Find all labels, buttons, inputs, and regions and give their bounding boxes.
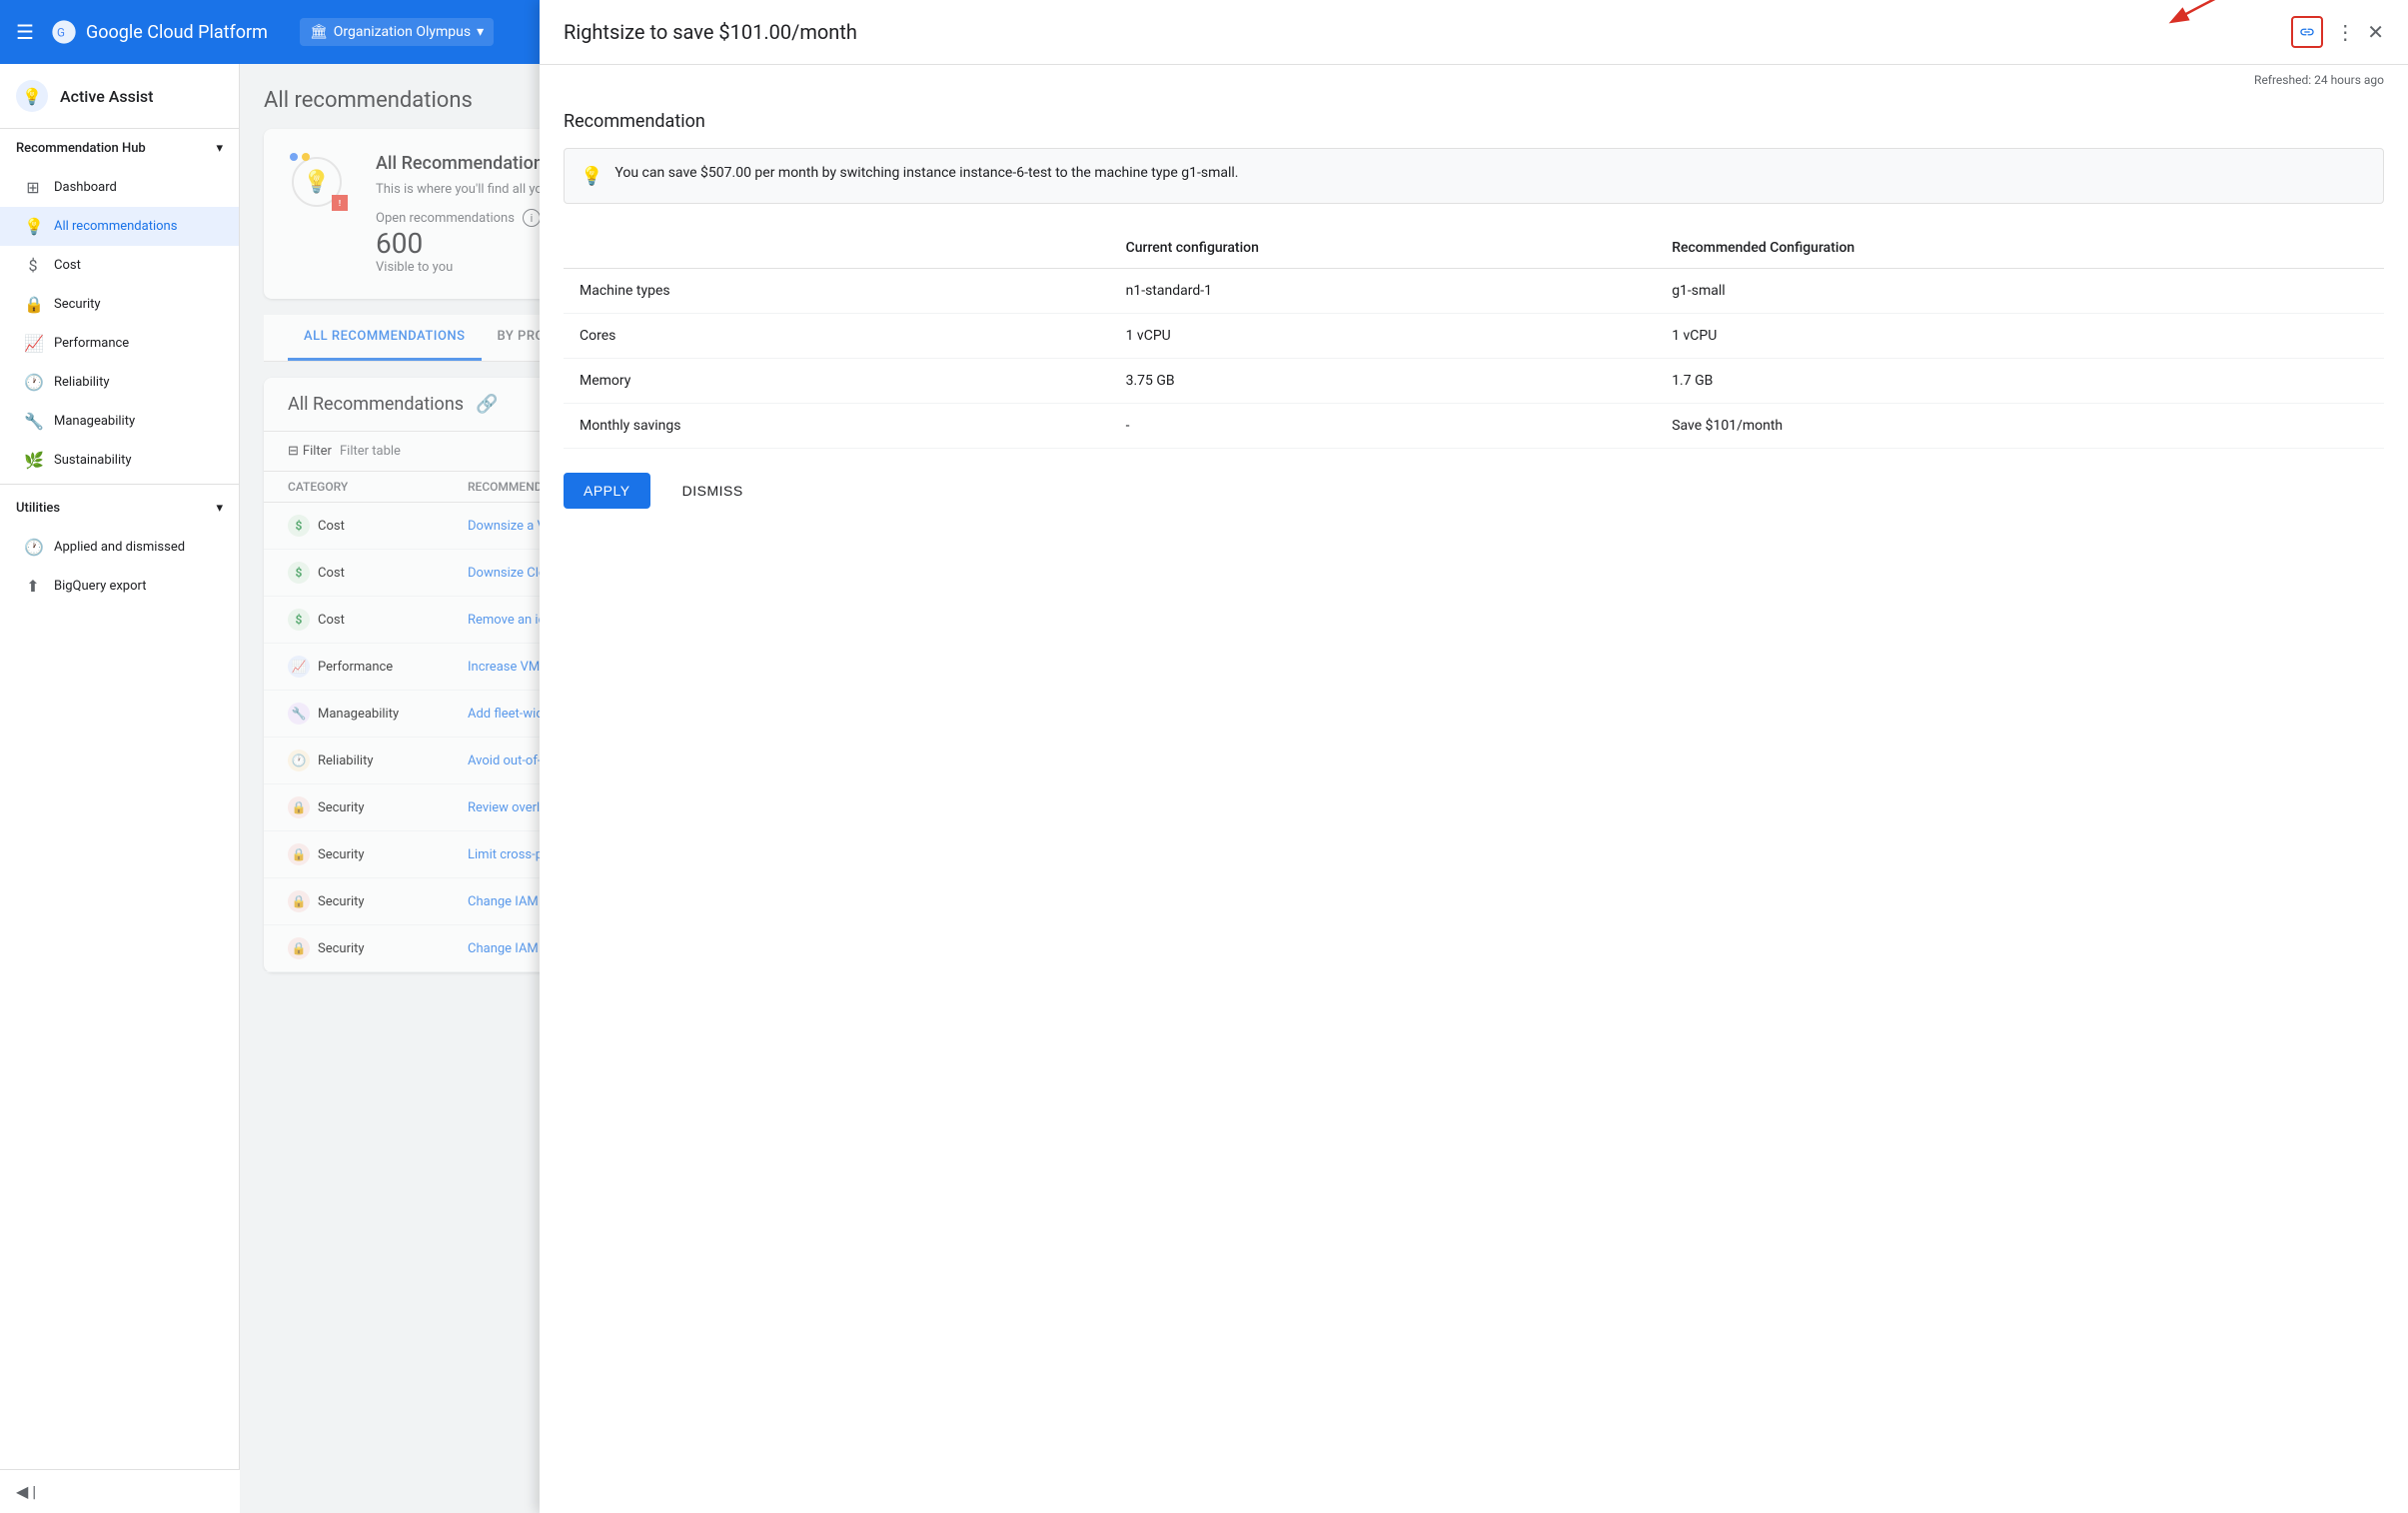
config-row-machine-type: Machine types n1-standard-1 g1-small: [564, 269, 2384, 314]
security-badge: 🔒: [288, 937, 310, 959]
sustainability-icon: 🌿: [24, 451, 42, 470]
current-value: n1-standard-1: [1110, 269, 1657, 314]
recommended-value: 1 vCPU: [1656, 314, 2384, 359]
dashboard-icon: ⊞: [24, 178, 42, 197]
category-cell: 🔒 Security: [288, 937, 468, 959]
sidebar-item-sustainability[interactable]: 🌿 Sustainability: [0, 441, 239, 480]
dismiss-button[interactable]: DISMISS: [662, 473, 763, 509]
info-icon[interactable]: i: [523, 209, 541, 227]
row-label: Machine types: [564, 269, 1110, 314]
action-buttons: APPLY DISMISS: [564, 473, 2384, 509]
security-badge: 🔒: [288, 890, 310, 912]
sidebar-item-manageability[interactable]: 🔧 Manageability: [0, 402, 239, 441]
detail-body: Recommendation 💡 You can save $507.00 pe…: [540, 87, 2408, 533]
hamburger-button[interactable]: ☰: [16, 20, 34, 44]
sidebar-item-applied-dismissed[interactable]: 🕐 Applied and dismissed: [0, 528, 239, 567]
category-cell: $ Cost: [288, 562, 468, 584]
link-icon[interactable]: 🔗: [476, 394, 498, 415]
detail-panel-title: Rightsize to save $101.00/month: [564, 20, 857, 44]
detail-header-actions: ⋮ ✕: [2291, 16, 2384, 48]
current-config-header: Current configuration: [1110, 228, 1657, 269]
app-logo: G Google Cloud Platform: [50, 18, 268, 46]
current-value: -: [1110, 404, 1657, 449]
cost-badge: $: [288, 515, 310, 537]
chevron-down-icon: ▾: [216, 141, 223, 156]
recommended-value: 1.7 GB: [1656, 359, 2384, 404]
chevron-down-icon: ▾: [477, 24, 484, 40]
sidebar-item-reliability[interactable]: 🕐 Reliability: [0, 363, 239, 402]
current-value: 3.75 GB: [1110, 359, 1657, 404]
cost-badge: $: [288, 609, 310, 631]
sidebar: 💡 Active Assist Recommendation Hub ▾ ⊞ D…: [0, 64, 240, 1513]
config-row-monthly-savings: Monthly savings - Save $101/month: [564, 404, 2384, 449]
sidebar-item-security[interactable]: 🔒 Security: [0, 285, 239, 324]
reliability-icon: 🕐: [24, 373, 42, 392]
manageability-icon: 🔧: [24, 412, 42, 431]
lightbulb-icon: 💡: [581, 166, 602, 187]
detail-section-title: Recommendation: [564, 111, 2384, 132]
filter-button[interactable]: ⊟ Filter: [288, 444, 332, 459]
recommended-value: Save $101/month: [1656, 404, 2384, 449]
org-icon: 🏛: [310, 24, 328, 40]
close-button[interactable]: ✕: [2367, 20, 2384, 44]
config-comparison-table: Current configuration Recommended Config…: [564, 228, 2384, 449]
sidebar-item-bigquery-export[interactable]: ⬆ BigQuery export: [0, 567, 239, 606]
active-assist-header: 💡 Active Assist: [0, 64, 239, 129]
filter-icon: ⊟: [288, 444, 299, 459]
category-cell: 🔒 Security: [288, 796, 468, 818]
gcp-logo-icon: G: [50, 18, 78, 46]
category-cell: $ Cost: [288, 609, 468, 631]
recommendation-hub-section[interactable]: Recommendation Hub ▾: [0, 129, 239, 168]
security-badge: 🔒: [288, 796, 310, 818]
recommendations-icon: 💡: [24, 217, 42, 236]
config-row-memory: Memory 3.75 GB 1.7 GB: [564, 359, 2384, 404]
cost-badge: $: [288, 562, 310, 584]
apply-button[interactable]: APPLY: [564, 473, 650, 509]
bigquery-export-icon: ⬆: [24, 577, 42, 596]
row-label: Cores: [564, 314, 1110, 359]
perf-badge: 📈: [288, 656, 310, 678]
category-cell: 🔧 Manageability: [288, 703, 468, 725]
reliability-badge: 🕐: [288, 750, 310, 771]
sidebar-item-dashboard[interactable]: ⊞ Dashboard: [0, 168, 239, 207]
performance-icon: 📈: [24, 334, 42, 353]
recommendation-info-box: 💡 You can save $507.00 per month by swit…: [564, 148, 2384, 204]
sidebar-item-all-recommendations[interactable]: 💡 All recommendations: [0, 207, 239, 246]
row-label: Monthly savings: [564, 404, 1110, 449]
sidebar-collapse-button[interactable]: ◀ |: [0, 1469, 240, 1513]
chevron-down-icon: ▾: [216, 501, 223, 516]
detail-panel: Rightsize to save $101.00/month: [540, 0, 2408, 1513]
active-assist-icon: 💡: [16, 80, 48, 112]
category-cell: 🔒 Security: [288, 890, 468, 912]
security-badge: 🔒: [288, 843, 310, 865]
sidebar-divider: [0, 484, 239, 485]
row-label: Memory: [564, 359, 1110, 404]
security-icon: 🔒: [24, 295, 42, 314]
sidebar-item-cost[interactable]: $ Cost: [0, 246, 239, 285]
detail-header: Rightsize to save $101.00/month: [540, 0, 2408, 65]
org-selector[interactable]: 🏛 Organization Olympus ▾: [300, 18, 494, 46]
config-row-cores: Cores 1 vCPU 1 vCPU: [564, 314, 2384, 359]
sidebar-item-performance[interactable]: 📈 Performance: [0, 324, 239, 363]
link-icon: [2299, 24, 2315, 40]
rec-card-icon: 💡 !: [288, 153, 352, 217]
tab-all-recommendations[interactable]: ALL RECOMMENDATIONS: [288, 315, 482, 361]
detail-link-button-container: [2291, 16, 2323, 48]
category-cell: 🔒 Security: [288, 843, 468, 865]
more-options-button[interactable]: ⋮: [2335, 20, 2355, 44]
category-cell: $ Cost: [288, 515, 468, 537]
current-value: 1 vCPU: [1110, 314, 1657, 359]
collapse-icon: ◀ |: [16, 1482, 36, 1501]
svg-text:G: G: [57, 26, 65, 40]
manage-badge: 🔧: [288, 703, 310, 725]
recommended-value: g1-small: [1656, 269, 2384, 314]
cost-icon: $: [24, 256, 42, 275]
category-cell: 📈 Performance: [288, 656, 468, 678]
utilities-section[interactable]: Utilities ▾: [0, 489, 239, 528]
recommended-config-header: Recommended Configuration: [1656, 228, 2384, 269]
category-cell: 🕐 Reliability: [288, 750, 468, 771]
applied-dismissed-icon: 🕐: [24, 538, 42, 557]
detail-link-button[interactable]: [2291, 16, 2323, 48]
refreshed-text: Refreshed: 24 hours ago: [540, 65, 2408, 87]
